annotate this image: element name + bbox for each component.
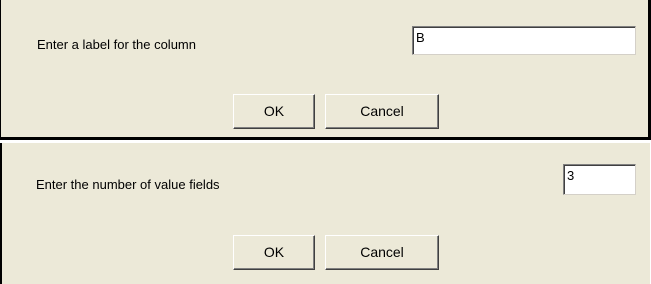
column-label-input[interactable]: B <box>412 26 636 55</box>
value-fields-prompt: Enter the number of value fields <box>36 177 220 192</box>
cancel-button[interactable]: Cancel <box>325 94 439 129</box>
ok-button[interactable]: OK <box>233 235 315 270</box>
value-fields-input[interactable]: 3 <box>563 164 636 195</box>
value-fields-dialog: Enter the number of value fields 3 OK Ca… <box>0 143 651 284</box>
cancel-button[interactable]: Cancel <box>325 235 439 270</box>
ok-button[interactable]: OK <box>233 94 315 129</box>
column-label-dialog: Enter a label for the column B OK Cancel <box>0 0 651 140</box>
column-label-prompt: Enter a label for the column <box>37 37 196 52</box>
